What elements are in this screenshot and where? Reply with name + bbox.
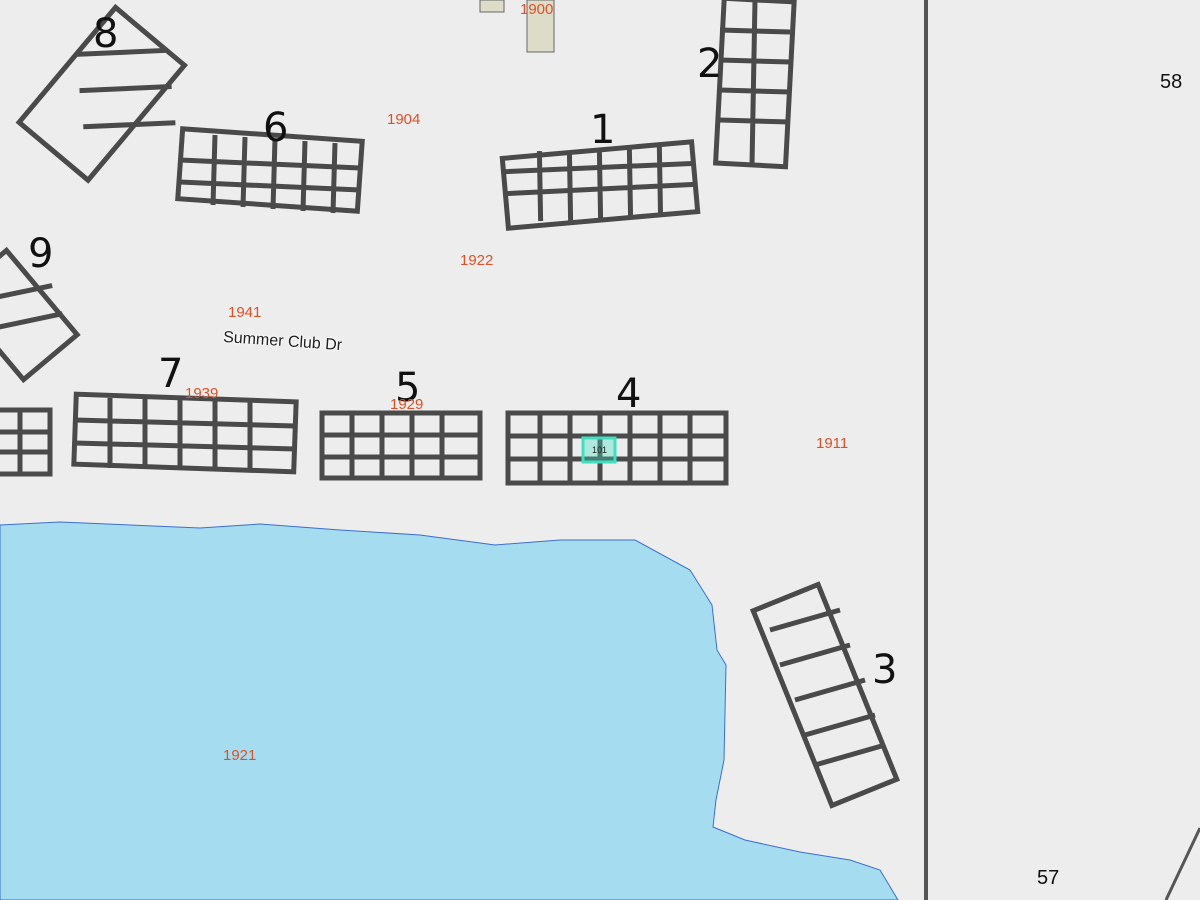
building-label-8: 8	[93, 11, 119, 57]
building-7	[0, 391, 299, 477]
section-label-57: 57	[1037, 867, 1060, 889]
building-label-3: 3	[872, 647, 898, 693]
parcel-label[interactable]: 1911	[816, 436, 848, 451]
parcel-label[interactable]: 1904	[387, 112, 420, 127]
parcel-label[interactable]: 1941	[228, 305, 261, 320]
building-1	[499, 139, 701, 231]
parcel-label[interactable]: 1922	[460, 253, 493, 268]
section-label-58: 58	[1160, 71, 1183, 93]
selected-unit-label[interactable]: 101	[592, 446, 607, 455]
parcel-label[interactable]: 1939	[185, 386, 218, 401]
map-canvas[interactable]: 1 2 3 4 5 6 7 8 9 1900 1904 1922 1941 19…	[0, 0, 1200, 900]
building-label-4: 4	[616, 371, 642, 417]
parcel-label[interactable]: 1921	[223, 748, 256, 763]
building-2	[712, 0, 797, 170]
building-label-2: 2	[697, 41, 723, 87]
building-label-7: 7	[158, 351, 184, 397]
building-label-9: 9	[28, 231, 54, 277]
building-label-6: 6	[263, 105, 289, 151]
building-5	[319, 410, 483, 481]
parcel-label[interactable]: 1929	[390, 397, 423, 412]
parcel-label[interactable]: 1900	[520, 2, 553, 17]
building-4	[505, 410, 729, 486]
lake	[0, 521, 899, 900]
building-label-1: 1	[590, 107, 616, 153]
building-3	[749, 581, 901, 809]
